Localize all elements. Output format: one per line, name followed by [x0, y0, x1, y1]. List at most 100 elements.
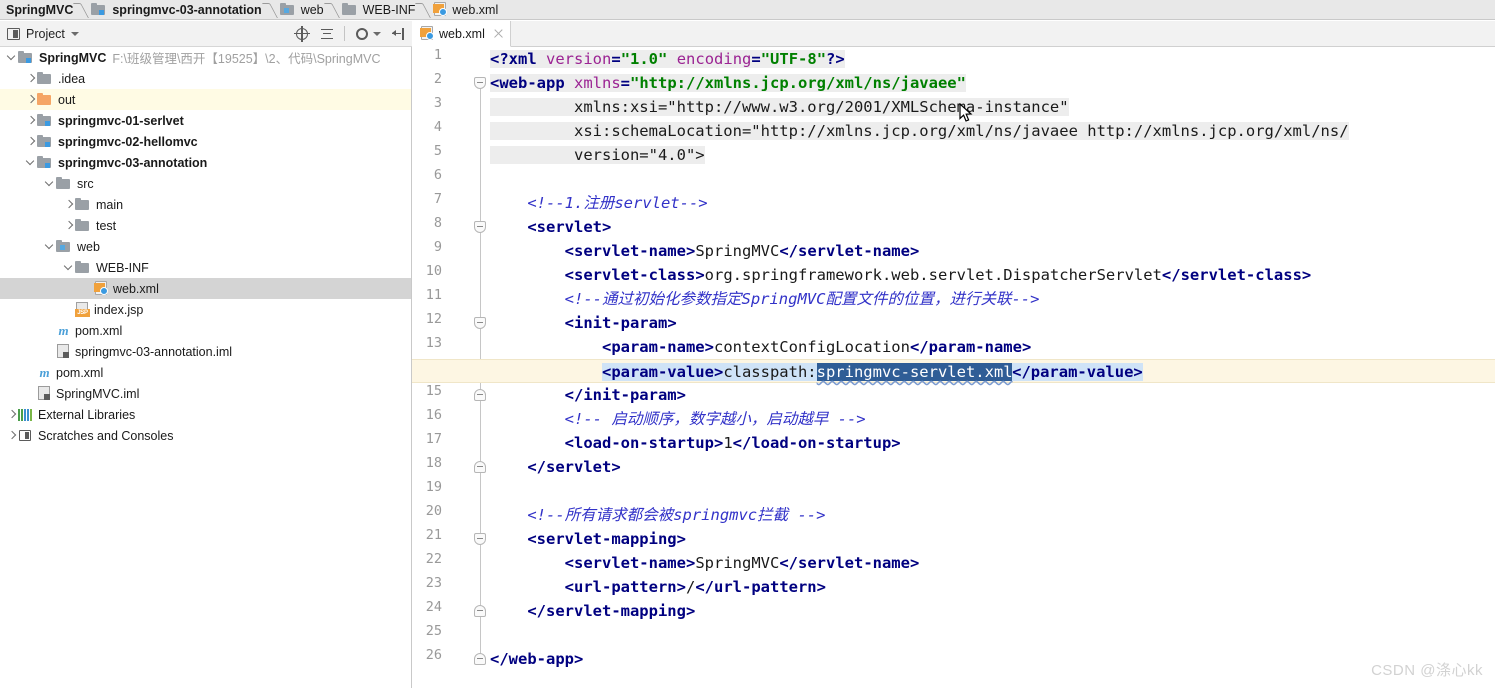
project-tree[interactable]: SpringMVC F:\班级管理\西开【19525】\2、代码\SpringMV… [0, 47, 412, 688]
tree-expand-arrow[interactable] [24, 152, 37, 173]
tree-expand-arrow[interactable] [43, 173, 56, 194]
breadcrumb-item-2[interactable]: web [276, 0, 327, 20]
iml-file-icon [37, 386, 52, 401]
breadcrumb-item-label: WEB-INF [362, 2, 416, 17]
code-line[interactable]: </web-app> [490, 647, 583, 671]
tree-expand-arrow[interactable] [62, 215, 75, 236]
code-line[interactable]: <param-name>contextConfigLocation</param… [490, 335, 1031, 359]
breadcrumb-item-1[interactable]: springmvc-03-annotation [87, 0, 264, 20]
code-line[interactable]: <param-value>classpath:springmvc-servlet… [412, 359, 1495, 383]
tree-row[interactable]: .idea [0, 68, 411, 89]
fold-toggle[interactable] [474, 389, 487, 402]
code-line[interactable]: <web-app xmlns="http://xmlns.jcp.org/xml… [490, 71, 966, 95]
breadcrumb-item-label: web [300, 2, 324, 17]
tree-row[interactable]: JSP index.jsp [0, 299, 411, 320]
editor-code-area[interactable]: <?xml version="1.0" encoding="UTF-8"?> <w… [412, 47, 1495, 688]
tree-expand-arrow[interactable] [24, 89, 37, 110]
module-folder-icon [18, 50, 34, 65]
tree-row[interactable]: SpringMVC.iml [0, 383, 411, 404]
tree-expand-arrow[interactable] [24, 68, 37, 89]
tree-expand-arrow[interactable] [5, 47, 18, 68]
code-line[interactable]: <servlet> [490, 215, 611, 239]
code-line[interactable]: <!-- 启动顺序，数字越小，启动越早 --> [490, 407, 866, 431]
tree-row[interactable]: External Libraries [0, 404, 411, 425]
breadcrumb-item-4[interactable]: web.xml [429, 0, 501, 20]
tree-expand-arrow[interactable] [5, 425, 18, 446]
code-line[interactable]: version="4.0"> [490, 143, 705, 167]
tree-row[interactable]: out [0, 89, 411, 110]
code-line[interactable]: <url-pattern>/</url-pattern> [490, 575, 826, 599]
code-line[interactable]: <load-on-startup>1</load-on-startup> [490, 431, 901, 455]
settings-gear-button[interactable] [354, 26, 370, 42]
tree-row[interactable]: Scratches and Consoles [0, 425, 411, 446]
code-line[interactable]: <!--1.注册servlet--> [490, 191, 707, 215]
tree-row[interactable]: springmvc-02-hellomvc [0, 131, 411, 152]
tree-item-label: web [77, 239, 100, 254]
tree-item-label: springmvc-02-hellomvc [58, 134, 198, 149]
tree-row[interactable]: m pom.xml [0, 320, 411, 341]
tree-row[interactable]: main [0, 194, 411, 215]
module-folder-icon [91, 2, 107, 17]
gear-chevron-down-icon[interactable] [373, 31, 381, 36]
code-line[interactable]: <servlet-mapping> [490, 527, 686, 551]
code-line[interactable]: </servlet> [490, 455, 620, 479]
project-toolwindow-header: Project [0, 21, 412, 47]
tree-row[interactable]: springmvc-01-serlvet [0, 110, 411, 131]
project-toolwindow-selector[interactable]: Project [0, 27, 79, 41]
project-toolwindow-title: Project [26, 26, 65, 41]
code-line[interactable]: <!--所有请求都会被springmvc拦截 --> [490, 503, 825, 527]
tree-item-label: out [58, 92, 76, 107]
fold-toggle[interactable] [474, 653, 487, 666]
tree-row[interactable]: test [0, 215, 411, 236]
tree-expand-arrow[interactable] [62, 194, 75, 215]
hide-toolwindow-button[interactable] [390, 26, 406, 42]
tree-item-label: springmvc-03-annotation [58, 155, 208, 170]
tree-row[interactable]: web [0, 236, 411, 257]
tree-row[interactable]: m pom.xml [0, 362, 411, 383]
breadcrumb-item-3[interactable]: WEB-INF [338, 0, 419, 20]
breadcrumb-item-0[interactable]: SpringMVC [2, 0, 76, 20]
code-line[interactable]: <servlet-class>org.springframework.web.s… [490, 263, 1312, 287]
code-line[interactable]: <servlet-name>SpringMVC</servlet-name> [490, 239, 920, 263]
tree-expand-arrow[interactable] [62, 257, 75, 278]
tree-row[interactable]: SpringMVC F:\班级管理\西开【19525】\2、代码\SpringMV… [0, 47, 411, 68]
code-line[interactable]: xmlns:xsi="http://www.w3.org/2001/XMLSch… [490, 95, 1069, 119]
tree-expand-arrow[interactable] [5, 404, 18, 425]
chevron-down-icon[interactable] [70, 31, 79, 36]
fold-toggle[interactable] [474, 461, 487, 474]
fold-toggle[interactable] [474, 317, 487, 330]
code-line[interactable]: <init-param> [490, 311, 677, 335]
line-number: 26 [425, 647, 442, 663]
close-icon[interactable] [493, 28, 504, 39]
code-editor[interactable]: 1234567891011121314151617181920212223242… [412, 47, 1495, 688]
xml-file-icon [94, 281, 109, 296]
code-line[interactable]: <?xml version="1.0" encoding="UTF-8"?> [490, 47, 845, 71]
editor-tab-web-xml[interactable]: web.xml [412, 21, 511, 47]
editor-tab-label: web.xml [439, 26, 485, 41]
tree-expand-arrow[interactable] [24, 110, 37, 131]
line-number: 6 [433, 167, 442, 183]
tree-expand-arrow[interactable] [43, 236, 56, 257]
locate-in-tree-button[interactable] [294, 25, 310, 42]
fold-toggle[interactable] [474, 77, 487, 90]
tree-row[interactable]: web.xml [0, 278, 411, 299]
fold-toggle[interactable] [474, 605, 487, 618]
fold-toggle[interactable] [474, 221, 487, 234]
fold-toggle[interactable] [474, 533, 487, 546]
code-line[interactable]: <!--通过初始化参数指定SpringMVC配置文件的位置，进行关联--> [490, 287, 1040, 311]
line-number: 5 [433, 143, 442, 159]
tree-row[interactable]: springmvc-03-annotation [0, 152, 411, 173]
tree-item-label: External Libraries [38, 407, 136, 422]
tree-expand-arrow[interactable] [24, 131, 37, 152]
code-line[interactable]: </init-param> [490, 383, 686, 407]
code-line[interactable]: </servlet-mapping> [490, 599, 695, 623]
collapse-all-button[interactable] [319, 26, 335, 42]
code-line[interactable]: <servlet-name>SpringMVC</servlet-name> [490, 551, 920, 575]
tree-row[interactable]: springmvc-03-annotation.iml [0, 341, 411, 362]
tree-row[interactable]: src [0, 173, 411, 194]
tree-row[interactable]: WEB-INF [0, 257, 411, 278]
code-line[interactable]: xsi:schemaLocation="http://xmlns.jcp.org… [490, 119, 1349, 143]
web-folder-icon [279, 2, 296, 17]
